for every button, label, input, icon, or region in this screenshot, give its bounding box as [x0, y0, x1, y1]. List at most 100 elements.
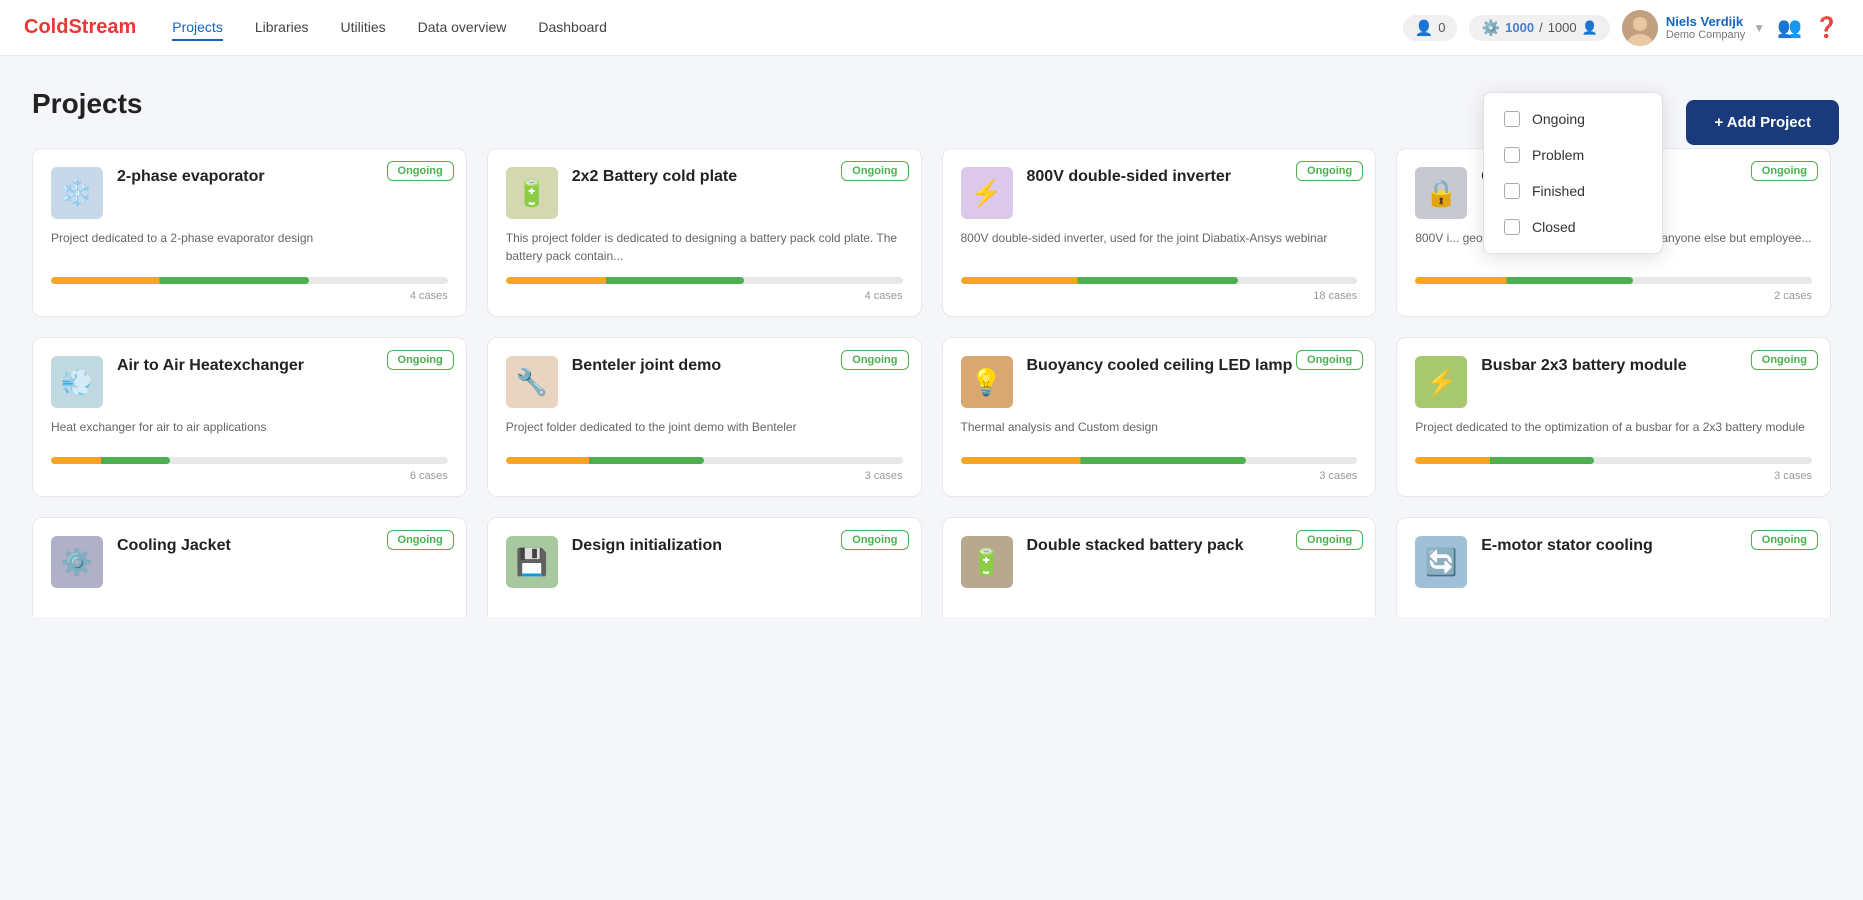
card-description: Thermal analysis and Custom design	[961, 418, 1358, 436]
card-thumbnail: 💨	[51, 356, 103, 408]
progress-bar	[961, 457, 1358, 464]
project-card[interactable]: 🔋 2x2 Battery cold plate Ongoing This pr…	[487, 148, 922, 317]
card-top: ❄️ 2-phase evaporator Ongoing	[51, 167, 448, 219]
card-cases: 3 cases	[961, 470, 1358, 482]
card-title: Busbar 2x3 battery module	[1481, 356, 1746, 377]
card-title: Benteler joint demo	[572, 356, 781, 377]
project-card[interactable]: 💡 Buoyancy cooled ceiling LED lamp Ongoi…	[942, 337, 1377, 497]
card-top: ⚡ Busbar 2x3 battery module Ongoing	[1415, 356, 1812, 408]
filter-item-finished[interactable]: Finished	[1484, 173, 1662, 209]
card-top: 💨 Air to Air Heatexchanger Ongoing	[51, 356, 448, 408]
card-bottom: 4 cases	[506, 277, 903, 302]
add-user-button[interactable]: 👥	[1777, 15, 1802, 40]
project-card-partial[interactable]: Ongoing 🔋 Double stacked battery pack	[942, 517, 1377, 617]
card-top: 💡 Buoyancy cooled ceiling LED lamp Ongoi…	[961, 356, 1358, 408]
status-badge: Ongoing	[1751, 161, 1818, 181]
card-top: ⚡ 800V double-sided inverter Ongoing	[961, 167, 1358, 219]
user-details: Niels Verdijk Demo Company	[1666, 14, 1745, 41]
progress-bar	[961, 277, 1358, 284]
filter-dropdown: Ongoing Problem Finished Closed	[1483, 92, 1663, 254]
project-card[interactable]: ⚡ 800V double-sided inverter Ongoing 800…	[942, 148, 1377, 317]
card-title: Design initialization	[572, 536, 782, 557]
progress-bar	[1415, 457, 1812, 464]
status-badge: Ongoing	[1296, 530, 1363, 550]
card-description: Heat exchanger for air to air applicatio…	[51, 418, 448, 436]
card-bottom: 2 cases	[1415, 277, 1812, 302]
nav-libraries[interactable]: Libraries	[255, 15, 309, 41]
status-badge: Ongoing	[841, 530, 908, 550]
filter-item-problem[interactable]: Problem	[1484, 137, 1662, 173]
gear-icon: ⚙️	[1481, 19, 1500, 37]
card-thumbnail: 💡	[961, 356, 1013, 408]
status-badge: Ongoing	[387, 530, 454, 550]
filter-checkbox-problem[interactable]	[1504, 147, 1520, 163]
card-thumbnail: ❄️	[51, 167, 103, 219]
card-title: Double stacked battery pack	[1027, 536, 1304, 557]
filter-item-ongoing[interactable]: Ongoing	[1484, 101, 1662, 137]
card-bottom: 6 cases	[51, 457, 448, 482]
card-description: Project dedicated to a 2-phase evaporato…	[51, 229, 448, 247]
card-cases: 3 cases	[1415, 470, 1812, 482]
avatar-image	[1622, 10, 1658, 46]
card-description: Project folder dedicated to the joint de…	[506, 418, 903, 436]
progress-bar	[51, 277, 448, 284]
user-info[interactable]: Niels Verdijk Demo Company ▼	[1622, 10, 1765, 46]
users-badge: 👤 0	[1403, 15, 1458, 41]
users-icon: 👤	[1415, 19, 1434, 37]
filter-label: Finished	[1532, 183, 1585, 199]
filter-checkbox-finished[interactable]	[1504, 183, 1520, 199]
project-card-partial[interactable]: Ongoing 🔄 E-motor stator cooling	[1396, 517, 1831, 617]
project-card[interactable]: ⚡ Busbar 2x3 battery module Ongoing Proj…	[1396, 337, 1831, 497]
status-badge: Ongoing	[1296, 161, 1363, 181]
nav-projects[interactable]: Projects	[172, 15, 223, 41]
card-cases: 4 cases	[51, 290, 448, 302]
filter-checkbox-ongoing[interactable]	[1504, 111, 1520, 127]
status-badge: Ongoing	[1751, 530, 1818, 550]
progress-bar	[1415, 277, 1812, 284]
filter-label: Problem	[1532, 147, 1584, 163]
card-top: 🔋 2x2 Battery cold plate Ongoing	[506, 167, 903, 219]
navbar: ColdStream Projects Libraries Utilities …	[0, 0, 1863, 56]
chevron-down-icon: ▼	[1753, 21, 1765, 35]
filter-checkbox-closed[interactable]	[1504, 219, 1520, 235]
filter-label: Closed	[1532, 219, 1576, 235]
credits-total: 1000	[1548, 20, 1577, 35]
card-thumbnail: ⚙️	[51, 536, 103, 588]
status-badge: Ongoing	[387, 350, 454, 370]
help-button[interactable]: ❓	[1814, 15, 1839, 40]
nav-dashboard[interactable]: Dashboard	[538, 15, 607, 41]
status-badge: Ongoing	[1751, 350, 1818, 370]
progress-bar	[506, 277, 903, 284]
card-thumbnail: 🔄	[1415, 536, 1467, 588]
card-bottom: 4 cases	[51, 277, 448, 302]
credits-separator: /	[1539, 20, 1543, 35]
credits-badge: ⚙️ 1000 / 1000 👤	[1469, 15, 1609, 41]
credits-used: 1000	[1505, 20, 1534, 35]
card-bottom: 18 cases	[961, 277, 1358, 302]
nav-links: Projects Libraries Utilities Data overvi…	[172, 15, 1402, 41]
card-title: Air to Air Heatexchanger	[117, 356, 364, 377]
user-company: Demo Company	[1666, 29, 1745, 41]
card-cases: 18 cases	[961, 290, 1358, 302]
card-title: 2x2 Battery cold plate	[572, 167, 797, 188]
nav-right: 👤 0 ⚙️ 1000 / 1000 👤 Niels Verdijk Demo …	[1403, 10, 1839, 46]
card-cases: 6 cases	[51, 470, 448, 482]
add-project-button[interactable]: + Add Project	[1686, 100, 1839, 145]
nav-data-overview[interactable]: Data overview	[418, 15, 507, 41]
project-card[interactable]: 🔧 Benteler joint demo Ongoing Project fo…	[487, 337, 922, 497]
project-card-partial[interactable]: Ongoing ⚙️ Cooling Jacket	[32, 517, 467, 617]
project-card[interactable]: ❄️ 2-phase evaporator Ongoing Project de…	[32, 148, 467, 317]
logo-text1: Cold	[24, 16, 68, 38]
card-thumbnail: 💾	[506, 536, 558, 588]
card-thumbnail: 🔋	[961, 536, 1013, 588]
filter-label: Ongoing	[1532, 111, 1585, 127]
card-bottom: 3 cases	[1415, 457, 1812, 482]
card-title: 2-phase evaporator	[117, 167, 325, 188]
credits-icon: 👤	[1582, 20, 1598, 36]
nav-utilities[interactable]: Utilities	[341, 15, 386, 41]
card-thumbnail: 🔋	[506, 167, 558, 219]
card-description: 800V double-sided inverter, used for the…	[961, 229, 1358, 247]
filter-item-closed[interactable]: Closed	[1484, 209, 1662, 245]
project-card[interactable]: 💨 Air to Air Heatexchanger Ongoing Heat …	[32, 337, 467, 497]
project-card-partial[interactable]: Ongoing 💾 Design initialization	[487, 517, 922, 617]
